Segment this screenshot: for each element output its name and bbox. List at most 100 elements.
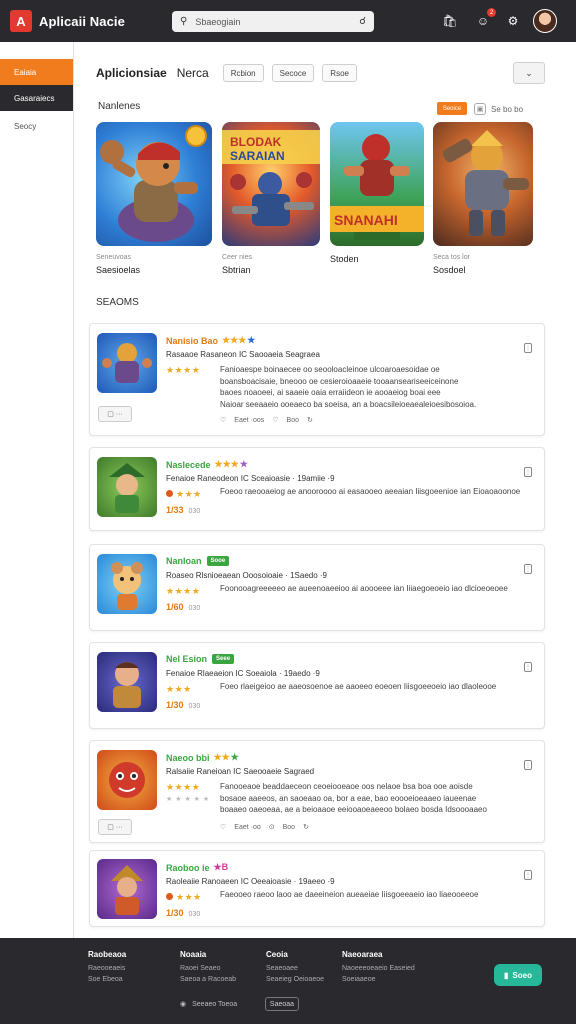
footer-link[interactable]: Raeooeaeis bbox=[88, 965, 126, 972]
like-icon[interactable]: ♡ bbox=[220, 823, 226, 831]
item-description: Fanioaespe boinaecee oo seooloacleinoe u… bbox=[220, 365, 477, 409]
item-title: Nanloan Sooe bbox=[166, 556, 230, 566]
search-input[interactable]: Sbaeogiain bbox=[195, 17, 359, 27]
item-rating: ★★★★ bbox=[166, 586, 201, 596]
footer-link[interactable]: Soe Ebeoa bbox=[88, 976, 126, 983]
featured-card[interactable]: SNANAHI Stoden bbox=[330, 122, 424, 264]
sidebar: Eaiaia Gasaraiecs Seocy bbox=[0, 42, 74, 938]
sidebar-item-home[interactable]: Eaiaia bbox=[0, 59, 73, 85]
search-icon: ⚲ bbox=[180, 16, 188, 27]
options-button[interactable]: ▢ ··· bbox=[98, 819, 132, 835]
game-art bbox=[96, 122, 212, 246]
like-count: Eaet ·oo bbox=[234, 823, 261, 831]
list-item[interactable]: Nel Esion Seee Fenaioe Rlaeaeion IC Soeai… bbox=[89, 642, 545, 729]
page-title: Aplicionsiae bbox=[96, 66, 167, 80]
footer-column: Naeoaraea Naoeeeoeaeio Easeied Soeiaaeoe bbox=[342, 950, 415, 983]
svg-text:BLODAK: BLODAK bbox=[230, 135, 282, 149]
more-icon[interactable]: ⋮ bbox=[524, 564, 532, 574]
item-price: 1/30 030 bbox=[166, 700, 201, 710]
card-title: Sosdoel bbox=[433, 265, 466, 275]
item-description: Foeoo raeooaeiog ae anooroooo ai easaooe… bbox=[220, 487, 521, 496]
like-icon[interactable]: ♡ bbox=[220, 416, 226, 424]
footer-link[interactable]: Seaeieg Oeioaeoe bbox=[266, 976, 324, 983]
game-thumbnail bbox=[97, 333, 157, 393]
bag-icon[interactable]: 🛍 bbox=[440, 11, 460, 31]
item-meta: Roaseo Rlsnioeaean Ooosoioaie · 1Saedo ·… bbox=[166, 571, 327, 580]
featured-card[interactable]: Seneuvoas Saesioelas bbox=[96, 122, 212, 275]
sort-dropdown[interactable]: ⌄ bbox=[513, 62, 545, 84]
comment-count: Boo bbox=[286, 416, 299, 424]
list-item[interactable]: Naslecede ★★★ ★ Fenaioe Raneodeon IC Sceai… bbox=[89, 447, 545, 531]
game-thumbnail bbox=[97, 652, 157, 712]
filter-chip[interactable]: Rsoe bbox=[322, 64, 357, 82]
featured-badge[interactable]: Seoice bbox=[437, 102, 467, 115]
item-actions: ♡ Eaet ·oo ⊙ Boo ↻ bbox=[220, 823, 317, 832]
main-content: Aplicionsiae Nerca Rcbion Secoce Rsoe ⌄ … bbox=[74, 42, 576, 938]
game-thumbnail bbox=[97, 859, 157, 919]
featured-card[interactable]: Seca tos lor Sosdoel bbox=[433, 122, 533, 275]
card-title: Saesioelas bbox=[96, 265, 141, 275]
notifications-icon[interactable]: ☺ 2 bbox=[473, 8, 496, 31]
more-icon[interactable]: ⋮ bbox=[524, 760, 532, 770]
globe-icon: ◉ bbox=[180, 1001, 187, 1008]
item-description: Fanooeaoe beaddaeceon ceoeiooeaoe oos ne… bbox=[220, 782, 487, 814]
item-rating: ★★★★ bbox=[166, 365, 201, 375]
list-item[interactable]: Raoboo ie ★B Raoleaiie Ranoaeen IC Oeeaio… bbox=[89, 850, 545, 927]
magnifier-icon[interactable]: ☌ bbox=[359, 16, 366, 27]
footer-column: Ceoia Seaeoaee Seaeieg Oeioaeoe bbox=[266, 950, 324, 983]
list-item[interactable]: Nanisio Bao ★★★ ★ Rasaaoe Rasaneon IC Saoo… bbox=[89, 323, 545, 436]
featured-card[interactable]: BLODAK SARAIAN Ceer nies Sbtrian bbox=[222, 122, 320, 275]
sidebar-item-categories[interactable]: Gasaraiecs bbox=[0, 85, 73, 111]
footer-link[interactable]: Soeiaaeoe bbox=[342, 976, 415, 983]
search-bar[interactable]: ⚲ Sbaeogiain ☌ bbox=[172, 11, 374, 32]
game-art: SNANAHI bbox=[330, 122, 424, 246]
share-icon[interactable]: ↻ bbox=[303, 823, 309, 831]
share-icon[interactable]: ↻ bbox=[307, 416, 313, 424]
filter-chip[interactable]: Rcbion bbox=[222, 64, 264, 82]
game-thumbnail bbox=[97, 554, 157, 614]
language-selector[interactable]: ◉ Seeaeo Toeoa bbox=[180, 1000, 237, 1009]
featured-see-all-link[interactable]: ▣ Se bo bo bbox=[474, 103, 523, 115]
card-caption: Seca tos lor bbox=[433, 254, 470, 261]
footer-link[interactable]: Raoei Seaeo bbox=[180, 965, 236, 972]
more-icon[interactable]: ⋮ bbox=[524, 467, 532, 477]
settings-icon[interactable]: ⚙ bbox=[503, 11, 523, 31]
top-bar: A Aplicaii Nacie ⚲ Sbaeogiain ☌ 🛍 ☺ 2 ⚙ bbox=[0, 0, 576, 42]
item-meta: Ralsaiie Raneioan IC Saeooaeie Sagraed bbox=[166, 767, 315, 776]
item-title: Naslecede ★★★ ★ bbox=[166, 459, 248, 470]
footer-link[interactable]: Saeoa a Racoeab bbox=[180, 976, 236, 983]
comment-count: Boo bbox=[282, 823, 296, 831]
item-price: 1/60 030 bbox=[166, 602, 201, 612]
like-count: Eaet ·oos bbox=[234, 416, 265, 424]
page-header: Aplicionsiae Nerca Rcbion Secoce Rsoe bbox=[96, 64, 365, 82]
language-button[interactable]: Saeoaa bbox=[265, 997, 299, 1011]
more-icon[interactable]: ⋮ bbox=[524, 870, 532, 880]
app-logo[interactable]: A bbox=[10, 10, 32, 32]
footer-link[interactable]: Seaeoaee bbox=[266, 965, 324, 972]
list-item[interactable]: Nanloan Sooe Roaseo Rlsnioeaean Ooosoioai… bbox=[89, 544, 545, 631]
grid-icon: ▣ bbox=[474, 103, 486, 115]
more-icon[interactable]: ⋮ bbox=[524, 662, 532, 672]
featured-section-title: Nanlenes bbox=[98, 101, 141, 112]
chevron-down-icon: ⌄ bbox=[525, 67, 533, 78]
footer-column: Raobeaoa Raeooeaeis Soe Ebeoa bbox=[88, 950, 127, 983]
chat-button[interactable]: ▮ Soeo bbox=[494, 964, 542, 986]
more-icon[interactable]: ⋮ bbox=[524, 343, 532, 353]
list-section-title: SEAOMS bbox=[96, 297, 139, 308]
item-meta: Fenaioe Raneodeon IC Sceaioasie · 19amii… bbox=[166, 474, 335, 483]
card-title: Sbtrian bbox=[222, 265, 251, 275]
comment-icon[interactable]: ⊙ bbox=[269, 823, 275, 831]
filter-chip[interactable]: Secoce bbox=[271, 64, 315, 82]
avatar[interactable] bbox=[533, 9, 557, 33]
item-actions: ♡ Eaet ·oos ♡ Boo ↻ bbox=[220, 416, 321, 425]
svg-text:SNANAHI: SNANAHI bbox=[334, 212, 398, 228]
item-meta: Rasaaoe Rasaneon IC Saooaeia Seagraea bbox=[166, 350, 320, 359]
notification-badge: 2 bbox=[487, 8, 496, 17]
item-price: 1/30 030 bbox=[166, 908, 201, 918]
list-item[interactable]: Naeoo bbi ★★ ★ Ralsaiie Raneioan IC Saeooa… bbox=[89, 740, 545, 843]
sidebar-item-library[interactable]: Seocy bbox=[0, 113, 73, 139]
item-rating: ★★★ bbox=[166, 684, 192, 694]
options-button[interactable]: ▢ ··· bbox=[98, 406, 132, 422]
comment-icon[interactable]: ♡ bbox=[272, 416, 278, 424]
footer-link[interactable]: Naoeeeoeaeio Easeied bbox=[342, 965, 415, 972]
